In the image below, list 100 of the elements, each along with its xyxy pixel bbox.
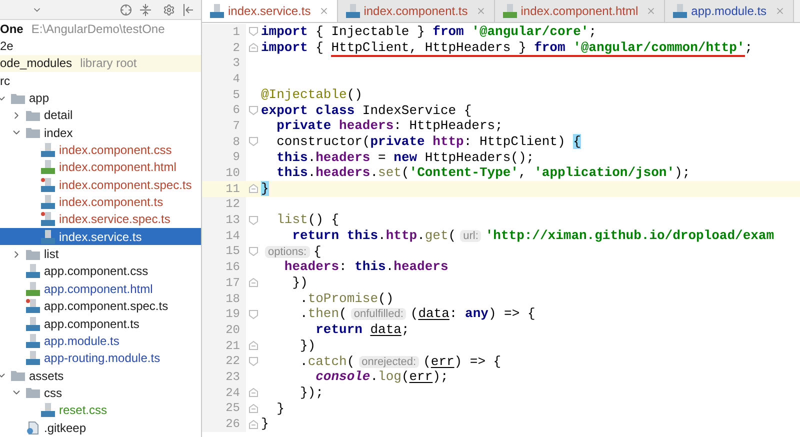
line-number: 9 bbox=[232, 149, 240, 166]
line-number: 8 bbox=[232, 134, 240, 151]
tree-item[interactable]: app.component.css bbox=[0, 262, 201, 280]
file-type-icon bbox=[26, 316, 40, 331]
code-line: } bbox=[276, 400, 284, 418]
code-line: @Injectable() bbox=[260, 86, 362, 104]
code-line: }) bbox=[299, 336, 316, 355]
file-type-icon bbox=[502, 4, 517, 18]
line-number: 3 bbox=[232, 55, 240, 72]
tree-item[interactable]: One E:\AngularDemo\testOne bbox=[0, 20, 201, 38]
tree-item[interactable]: .gitkeep bbox=[0, 418, 201, 436]
tree-item-note: library root bbox=[80, 55, 137, 72]
line-number: 17 bbox=[226, 274, 240, 292]
parameter-hint: url: bbox=[460, 230, 482, 242]
editor-tab[interactable]: index.service.ts bbox=[202, 0, 338, 22]
tree-item[interactable]: assets bbox=[0, 366, 201, 384]
tree-item-label: app.component.spec.ts bbox=[44, 298, 168, 315]
fold-marker-icon[interactable] bbox=[248, 310, 258, 319]
tree-item[interactable]: list bbox=[0, 245, 201, 263]
tree-item-label: detail bbox=[44, 107, 73, 124]
tree-item[interactable]: index.component.html bbox=[0, 158, 201, 176]
code-line: }) bbox=[291, 274, 308, 292]
line-number: 4 bbox=[232, 70, 240, 88]
tree-item-label: reset.css bbox=[59, 402, 108, 419]
fold-marker-icon[interactable] bbox=[248, 246, 258, 256]
tree-item-note: E:\AngularDemo\testOne bbox=[31, 20, 165, 38]
tree-item[interactable]: app-routing.module.ts bbox=[0, 350, 201, 367]
line-number: 20 bbox=[226, 322, 240, 339]
line-number: 25 bbox=[226, 400, 240, 418]
collapse-all-icon[interactable] bbox=[140, 4, 151, 16]
tree-item[interactable]: index.component.ts bbox=[0, 193, 201, 211]
fold-marker-icon[interactable] bbox=[248, 27, 258, 36]
file-type-icon bbox=[26, 351, 40, 366]
editor-tab[interactable]: app.module.ts bbox=[665, 0, 794, 22]
tree-item[interactable]: index.service.spec.ts bbox=[0, 210, 201, 228]
fold-marker-icon[interactable] bbox=[248, 43, 258, 52]
folder-icon bbox=[26, 110, 40, 121]
fold-marker-icon[interactable] bbox=[248, 420, 258, 429]
close-icon[interactable] bbox=[774, 6, 785, 16]
tree-item[interactable]: index.component.css bbox=[0, 141, 201, 159]
tree-item[interactable]: app.component.ts bbox=[0, 314, 201, 332]
tree-item[interactable]: app.module.ts bbox=[0, 332, 201, 350]
fold-marker-icon[interactable] bbox=[248, 184, 258, 194]
tree-item[interactable]: reset.css bbox=[0, 402, 201, 419]
tree-item-label: index.component.ts bbox=[59, 194, 164, 211]
editor-tab[interactable]: index.component.ts bbox=[338, 0, 495, 22]
editor-tab[interactable]: index.component.html bbox=[494, 0, 666, 22]
folder-icon bbox=[26, 248, 40, 260]
code-line: private headers: HttpHeaders; bbox=[276, 117, 503, 136]
code-line: this.headers.set('Content-Type', 'application/json'); bbox=[276, 164, 690, 182]
fold-marker-icon[interactable] bbox=[248, 356, 258, 366]
fold-marker-icon[interactable] bbox=[248, 404, 258, 413]
tree-item-label: index.component.html bbox=[59, 159, 176, 176]
tree-item[interactable]: index.service.ts bbox=[0, 228, 201, 246]
folder-icon bbox=[26, 127, 40, 138]
settings-icon[interactable] bbox=[163, 4, 175, 16]
code-line: export class IndexService { bbox=[260, 102, 472, 120]
tree-item-label: index.service.ts bbox=[59, 228, 142, 246]
tree-item[interactable]: css bbox=[0, 384, 201, 402]
tree-item-label: .gitkeep bbox=[44, 420, 86, 436]
locate-icon[interactable] bbox=[120, 4, 132, 16]
code-line: .toPromise() bbox=[299, 290, 394, 308]
tree-item-label: app.component.ts bbox=[44, 316, 140, 332]
tree-item[interactable]: index bbox=[0, 124, 201, 142]
tree-item[interactable]: detail bbox=[0, 106, 201, 124]
file-type-icon bbox=[210, 4, 224, 18]
tree-item-label: rc bbox=[0, 72, 10, 90]
tree-item-label: assets bbox=[29, 368, 64, 384]
code-line: .then( onfulfilled: (data: any) => { bbox=[299, 305, 536, 324]
fold-marker-icon[interactable] bbox=[248, 137, 258, 146]
parameter-hint: options: bbox=[265, 246, 310, 258]
file-icon bbox=[26, 420, 40, 435]
tree-item[interactable]: app.component.html bbox=[0, 280, 201, 298]
line-number: 1 bbox=[232, 24, 240, 41]
folder-icon bbox=[11, 92, 25, 104]
fold-marker-icon[interactable] bbox=[248, 341, 258, 350]
fold-marker-icon[interactable] bbox=[248, 278, 258, 288]
close-icon[interactable] bbox=[318, 6, 329, 16]
line-number: 14 bbox=[226, 228, 240, 245]
line-number: 2 bbox=[232, 40, 240, 57]
tree-item[interactable]: rc bbox=[0, 72, 201, 90]
tree-item-label: ode_modules bbox=[0, 55, 72, 72]
file-type-icon bbox=[673, 4, 688, 18]
close-icon[interactable] bbox=[476, 6, 486, 16]
fold-marker-icon[interactable] bbox=[248, 106, 258, 115]
close-icon[interactable] bbox=[646, 6, 656, 16]
fold-marker-icon[interactable] bbox=[248, 216, 258, 225]
file-type-icon bbox=[26, 282, 40, 296]
folder-icon bbox=[11, 370, 25, 382]
fold-marker-icon[interactable] bbox=[248, 388, 258, 398]
tree-item[interactable]: 2e bbox=[0, 37, 201, 55]
tree-item[interactable]: app bbox=[0, 89, 201, 107]
tree-item[interactable]: ode_modules library root bbox=[0, 54, 201, 72]
line-number: 22 bbox=[226, 353, 240, 370]
file-type-icon bbox=[41, 178, 55, 192]
tree-item[interactable]: index.component.spec.ts bbox=[0, 176, 201, 194]
line-number: 11 bbox=[226, 180, 240, 198]
tree-item[interactable]: app.component.spec.ts bbox=[0, 298, 201, 315]
file-type-icon bbox=[41, 230, 55, 244]
tree-item-label: One bbox=[0, 20, 24, 38]
